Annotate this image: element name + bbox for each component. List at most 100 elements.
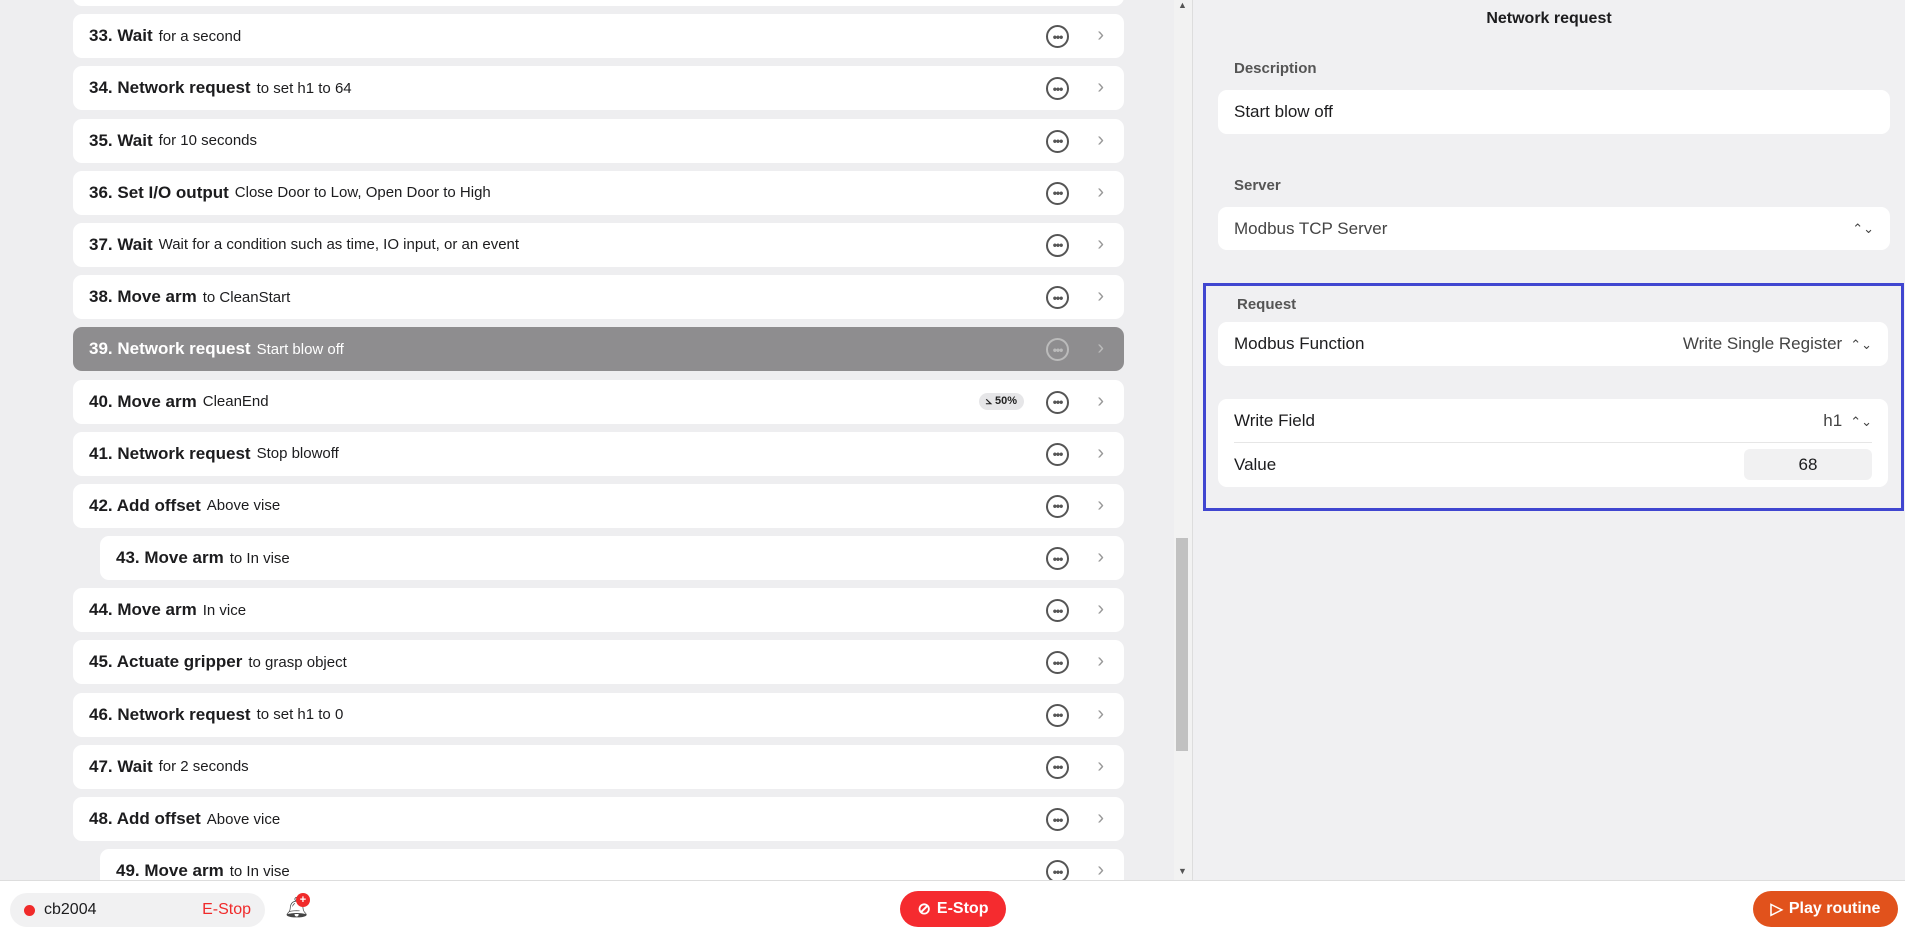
chevron-right-icon[interactable]: › bbox=[1097, 24, 1104, 47]
chevron-right-icon[interactable]: › bbox=[1097, 546, 1104, 569]
step-row[interactable]: 49. Move arm to In vise ••• › bbox=[100, 849, 1124, 880]
step-subtitle: to In vise bbox=[229, 549, 290, 567]
step-row[interactable]: 34. Network request to set h1 to 64 ••• › bbox=[73, 66, 1124, 111]
scrollbar-thumb[interactable] bbox=[1176, 538, 1188, 751]
step-title: 41. Network request bbox=[89, 443, 251, 463]
more-options-icon[interactable]: ••• bbox=[1046, 77, 1069, 101]
step-row[interactable]: 45. Actuate gripper to grasp object ••• › bbox=[73, 640, 1124, 685]
scroll-up-icon[interactable]: ▲ bbox=[1178, 0, 1187, 10]
robot-estop-status: E-Stop bbox=[202, 901, 251, 918]
step-title: 49. Move arm bbox=[116, 861, 224, 880]
step-title: 33. Wait bbox=[89, 26, 153, 46]
more-options-icon[interactable]: ••• bbox=[1046, 651, 1069, 675]
description-label: Description bbox=[1234, 60, 1317, 77]
write-field-value: h1 bbox=[1823, 410, 1843, 430]
chevron-right-icon[interactable]: › bbox=[1097, 650, 1104, 673]
chevron-right-icon[interactable]: › bbox=[1097, 181, 1104, 204]
step-row[interactable]: 36. Set I/O output Close Door to Low, Ope… bbox=[73, 170, 1124, 215]
more-options-icon[interactable]: ••• bbox=[1046, 755, 1069, 779]
step-title: 43. Move arm bbox=[116, 548, 224, 568]
step-title: 48. Add offset bbox=[89, 809, 201, 828]
step-row[interactable]: 44. Move arm In vice ••• › bbox=[73, 588, 1124, 633]
more-options-icon[interactable]: ••• bbox=[1046, 390, 1069, 414]
step-subtitle: for 10 seconds bbox=[158, 132, 258, 150]
step-subtitle: Stop blowoff bbox=[256, 445, 339, 463]
modbus-function-label: Modbus Function bbox=[1234, 334, 1365, 353]
scrollbar[interactable]: ▲ ▼ bbox=[1174, 0, 1192, 880]
step-subtitle: to set h1 to 0 bbox=[256, 706, 344, 724]
modbus-function-value: Write Single Register bbox=[1682, 334, 1843, 353]
chevron-right-icon[interactable]: › bbox=[1097, 494, 1104, 517]
chevron-up-down-icon: ⌃⌄ bbox=[1852, 220, 1874, 236]
step-row[interactable]: 35. Wait for 10 seconds ••• › bbox=[73, 118, 1124, 163]
chevron-right-icon[interactable]: › bbox=[1097, 390, 1104, 413]
step-row[interactable]: 37. Wait Wait for a condition such as tim… bbox=[73, 222, 1124, 267]
chevron-right-icon[interactable]: › bbox=[1097, 442, 1104, 465]
step-title: 36. Set I/O output bbox=[89, 182, 229, 202]
step-subtitle: In vice bbox=[202, 601, 247, 619]
step-row[interactable]: 43. Move arm to In vise ••• › bbox=[100, 536, 1124, 581]
play-label: Play routine bbox=[1788, 900, 1881, 917]
step-row[interactable]: 40. Move arm CleanEnd ⦣ 50% ••• › bbox=[73, 379, 1124, 424]
more-options-icon[interactable]: ••• bbox=[1046, 547, 1069, 571]
modbus-function-select[interactable]: Modbus Function Write Single Register ⌃⌄ bbox=[1218, 322, 1888, 366]
step-subtitle: to In vise bbox=[229, 862, 290, 880]
description-input[interactable]: Start blow off bbox=[1218, 90, 1890, 134]
server-select[interactable]: Modbus TCP Server ⌃⌄ bbox=[1218, 207, 1890, 250]
chevron-right-icon[interactable]: › bbox=[1097, 859, 1104, 880]
server-value: Modbus TCP Server bbox=[1234, 218, 1388, 238]
chevron-right-icon[interactable]: › bbox=[1097, 76, 1104, 99]
more-options-icon[interactable]: ••• bbox=[1046, 25, 1069, 49]
step-title: 45. Actuate gripper bbox=[89, 652, 243, 672]
more-options-icon[interactable]: ••• bbox=[1046, 129, 1069, 153]
chevron-right-icon[interactable]: › bbox=[1097, 703, 1104, 726]
step-row[interactable]: 42. Add offset Above vise ••• › bbox=[73, 483, 1124, 528]
more-options-icon[interactable]: ••• bbox=[1046, 233, 1069, 257]
status-dot-icon bbox=[24, 904, 35, 916]
step-row[interactable] bbox=[73, 0, 1124, 6]
more-options-icon[interactable]: ••• bbox=[1046, 599, 1069, 623]
chevron-right-icon[interactable]: › bbox=[1097, 807, 1104, 830]
scroll-down-icon[interactable]: ▼ bbox=[1178, 866, 1187, 876]
more-options-icon[interactable]: ••• bbox=[1046, 808, 1069, 831]
step-row[interactable]: 33. Wait for a second ••• › bbox=[73, 14, 1124, 59]
step-title: 38. Move arm bbox=[89, 287, 197, 307]
more-options-icon[interactable]: ••• bbox=[1046, 494, 1069, 518]
bottom-bar: cb2004 E-Stop 🔔︎ + ⊘ E-Stop ▷ Play routine bbox=[0, 880, 1905, 933]
estop-button[interactable]: ⊘ E-Stop bbox=[900, 891, 1006, 927]
step-row[interactable]: 48. Add offset Above vice ••• › bbox=[73, 797, 1124, 841]
more-options-icon[interactable]: ••• bbox=[1046, 286, 1069, 310]
step-subtitle: to set h1 to 64 bbox=[256, 79, 352, 97]
more-options-icon[interactable]: ••• bbox=[1046, 860, 1069, 880]
more-options-icon[interactable]: ••• bbox=[1046, 703, 1069, 727]
write-field-select[interactable]: Write Field h1 ⌃⌄ bbox=[1234, 399, 1872, 443]
chevron-up-down-icon: ⌃⌄ bbox=[1850, 337, 1872, 352]
description-value: Start blow off bbox=[1234, 102, 1333, 121]
chevron-right-icon[interactable]: › bbox=[1097, 337, 1104, 360]
panel-title: Network request bbox=[1486, 10, 1612, 27]
chevron-right-icon[interactable]: › bbox=[1097, 598, 1104, 621]
more-options-icon[interactable]: ••• bbox=[1046, 442, 1069, 466]
step-row[interactable]: 39. Network request Start blow off ••• › bbox=[73, 327, 1124, 372]
chevron-right-icon[interactable]: › bbox=[1097, 755, 1104, 778]
write-field-label: Write Field bbox=[1234, 410, 1315, 430]
step-title: 44. Move arm bbox=[89, 600, 197, 620]
robot-name: cb2004 bbox=[44, 901, 97, 918]
step-row[interactable]: 41. Network request Stop blowoff ••• › bbox=[73, 431, 1124, 476]
step-subtitle: Close Door to Low, Open Door to High bbox=[234, 184, 491, 202]
step-title: 37. Wait bbox=[89, 234, 153, 254]
step-title: 40. Move arm bbox=[89, 391, 197, 411]
more-options-icon[interactable]: ••• bbox=[1046, 338, 1069, 362]
step-row[interactable]: 46. Network request to set h1 to 0 ••• › bbox=[73, 692, 1124, 737]
step-subtitle: for 2 seconds bbox=[158, 758, 249, 776]
chevron-up-down-icon: ⌃⌄ bbox=[1850, 413, 1872, 429]
more-options-icon[interactable]: ••• bbox=[1046, 181, 1069, 205]
chevron-right-icon[interactable]: › bbox=[1097, 129, 1104, 152]
chevron-right-icon[interactable]: › bbox=[1097, 285, 1104, 308]
value-input[interactable]: 68 bbox=[1744, 449, 1872, 480]
play-routine-button[interactable]: ▷ Play routine bbox=[1753, 891, 1898, 927]
step-row[interactable]: 38. Move arm to CleanStart ••• › bbox=[73, 275, 1124, 320]
robot-status-pill[interactable]: cb2004 E-Stop bbox=[10, 893, 265, 927]
step-row[interactable]: 47. Wait for 2 seconds ••• › bbox=[73, 744, 1124, 789]
chevron-right-icon[interactable]: › bbox=[1097, 233, 1104, 256]
